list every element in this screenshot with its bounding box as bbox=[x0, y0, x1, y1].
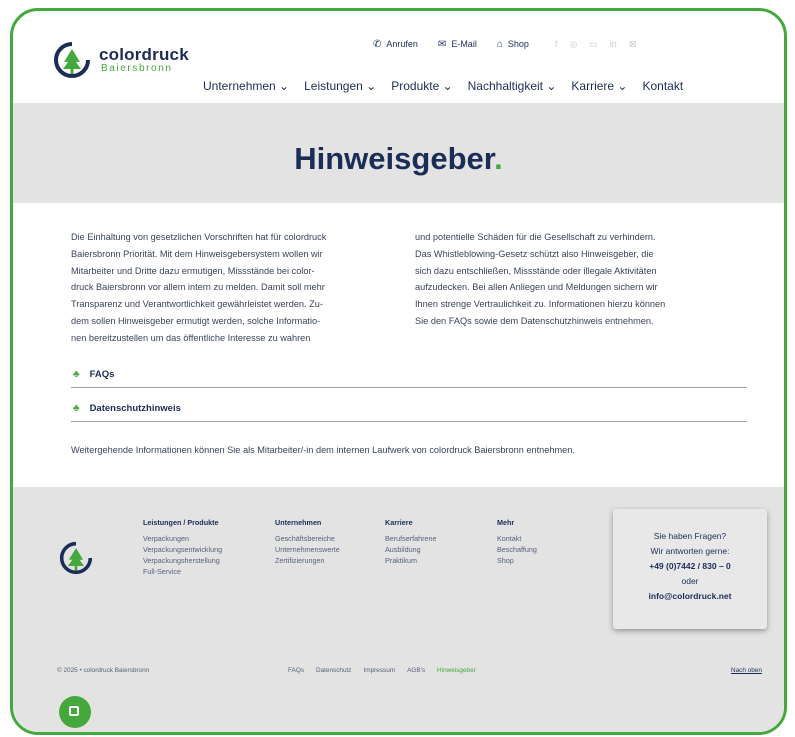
page-title: Hinweisgeber. bbox=[13, 141, 784, 177]
footer-link[interactable]: Berufserfahrene bbox=[385, 533, 437, 544]
footer-link[interactable]: Shop bbox=[497, 555, 537, 566]
accordion-datenschutzhinweis[interactable]: ♣ Datenschutzhinweis bbox=[71, 395, 747, 422]
text-line: Das Whistleblowing-Gesetz schützt also H… bbox=[415, 248, 654, 259]
footer-link[interactable]: Unternehmenswerte bbox=[275, 544, 340, 555]
legal-link-faqs[interactable]: FAQs bbox=[288, 667, 304, 674]
shop-link[interactable]: ⌂ Shop bbox=[497, 39, 529, 50]
nav-nachhaltigkeit[interactable]: Nachhaltigkeit ⌄ bbox=[468, 79, 557, 93]
footer-link[interactable]: Praktikum bbox=[385, 555, 437, 566]
intro-text-column-2: und potentielle Schäden für die Gesellsc… bbox=[415, 229, 745, 330]
accordion-faqs[interactable]: ♣ FAQs bbox=[71, 361, 747, 388]
logo-name: colordruck bbox=[99, 45, 189, 64]
page-title-text: Hinweisgeber bbox=[294, 141, 495, 176]
logo-tree-icon bbox=[54, 42, 90, 78]
xing-icon[interactable]: ⊠ bbox=[629, 39, 637, 50]
text-line: Die Einhaltung von gesetzlichen Vorschri… bbox=[71, 232, 327, 242]
text-line: Baiersbronn Priorität. Mit dem Hinweisge… bbox=[71, 248, 323, 259]
social-links: f ◎ ▭ in ⊠ bbox=[555, 39, 636, 50]
shop-icon: ⌂ bbox=[496, 38, 503, 50]
text-line: aufzudecken. Bei allen Anliegen und Meld… bbox=[415, 282, 658, 293]
text-line: dem sollen Hinweisgeber ermutigt werden,… bbox=[71, 315, 321, 326]
footer-heading: Unternehmen bbox=[275, 518, 322, 527]
call-link[interactable]: ✆ Anrufen bbox=[373, 39, 418, 50]
youtube-icon[interactable]: ▭ bbox=[589, 39, 598, 50]
chat-widget-button[interactable] bbox=[59, 696, 91, 728]
accordion-faqs-label: FAQs bbox=[89, 368, 115, 380]
logo[interactable]: colordruck Baiersbronn bbox=[53, 41, 203, 85]
shop-label: Shop bbox=[507, 39, 529, 49]
footer-link[interactable]: Verpackungen bbox=[143, 533, 222, 544]
browser-frame: colordruck Baiersbronn ✆ Anrufen ✉ E-Mai… bbox=[10, 8, 787, 735]
instagram-icon[interactable]: ◎ bbox=[569, 39, 577, 50]
page-title-dot: . bbox=[494, 141, 503, 176]
footer-col-unternehmen: Unternehmen Geschäftsbereiche Unternehme… bbox=[275, 517, 340, 566]
linkedin-icon[interactable]: in bbox=[610, 39, 617, 50]
footer-heading: Karriere bbox=[385, 518, 413, 527]
text-line: und potentielle Schäden für die Gesellsc… bbox=[415, 232, 656, 242]
footer-link[interactable]: Zertifizierungen bbox=[275, 555, 340, 566]
footer-col-karriere: Karriere Berufserfahrene Ausbildung Prak… bbox=[385, 517, 437, 566]
call-label: Anrufen bbox=[386, 39, 418, 49]
nav-karriere[interactable]: Karriere ⌄ bbox=[571, 79, 627, 93]
footer-link[interactable]: Beschaffung bbox=[497, 544, 537, 555]
legal-link-agb[interactable]: AGB's bbox=[407, 667, 425, 674]
text-line: Mitarbeiter und Dritte dazu ermutigen, M… bbox=[71, 265, 315, 276]
tree-icon: ♣ bbox=[73, 402, 80, 414]
footer-link[interactable]: Verpackungsentwicklung bbox=[143, 544, 222, 555]
email-label: E-Mail bbox=[451, 39, 477, 49]
footer-link[interactable]: Ausbildung bbox=[385, 544, 437, 555]
text-line: Transparenz und Verantwortlichkeit gewäh… bbox=[71, 299, 323, 310]
contact-line1: Sie haben Fragen? bbox=[653, 531, 727, 541]
footer-col-leistungen: Leistungen / Produkte Verpackungen Verpa… bbox=[143, 517, 222, 577]
logo-subtitle: Baiersbronn bbox=[101, 63, 173, 74]
nav-kontakt[interactable]: Kontakt bbox=[642, 79, 683, 93]
contact-phone[interactable]: +49 (0)7442 / 830 – 0 bbox=[613, 559, 767, 574]
footer-link[interactable]: Verpackungsherstellung bbox=[143, 555, 222, 566]
copyright: © 2025 • colordruck Baiersbronn bbox=[57, 667, 150, 674]
accordion-datenschutz-label: Datenschutzhinweis bbox=[89, 402, 181, 414]
main-navigation: Unternehmen ⌄ Leistungen ⌄ Produkte ⌄ Na… bbox=[203, 79, 683, 93]
legal-links: FAQs Datenschutz Impressum AGB's Hinweis… bbox=[288, 667, 476, 674]
text-line: nen bereitzustellen um das öffentliche I… bbox=[71, 332, 311, 343]
contact-line2: Wir antworten gerne: bbox=[650, 546, 730, 556]
footer-link[interactable]: Geschäftsbereiche bbox=[275, 533, 340, 544]
footer-heading: Mehr bbox=[497, 518, 515, 527]
legal-link-hinweisgeber[interactable]: Hinweisgeber bbox=[437, 667, 476, 674]
nav-leistungen[interactable]: Leistungen ⌄ bbox=[304, 79, 376, 93]
footer-link[interactable]: Kontakt bbox=[497, 533, 537, 544]
contact-or: oder bbox=[681, 576, 699, 586]
nav-unternehmen[interactable]: Unternehmen ⌄ bbox=[203, 79, 289, 93]
tree-icon: ♣ bbox=[73, 368, 80, 380]
text-line: Sie den FAQs sowie dem Datenschutzhinwei… bbox=[415, 315, 654, 326]
phone-icon: ✆ bbox=[373, 38, 382, 50]
contact-email[interactable]: info@colordruck.net bbox=[613, 589, 767, 604]
footer-heading: Leistungen / Produkte bbox=[143, 518, 219, 527]
footer-link[interactable]: Full-Service bbox=[143, 566, 222, 577]
footer-col-mehr: Mehr Kontakt Beschaffung Shop bbox=[497, 517, 537, 566]
nav-produkte[interactable]: Produkte ⌄ bbox=[391, 79, 452, 93]
further-info-text: Weitergehende Informationen können Sie a… bbox=[71, 445, 575, 455]
text-line: druck Baiersbronn vor allem intern zu me… bbox=[71, 282, 325, 293]
email-link[interactable]: ✉ E-Mail bbox=[438, 39, 477, 50]
intro-text-column-1: Die Einhaltung von gesetzlichen Vorschri… bbox=[71, 229, 401, 347]
contact-box: Sie haben Fragen? Wir antworten gerne: +… bbox=[613, 509, 767, 629]
text-line: sich dazu entschließen, Missstände oder … bbox=[415, 265, 657, 276]
chat-icon bbox=[69, 706, 79, 716]
back-to-top-link[interactable]: Nach oben bbox=[731, 667, 762, 674]
legal-link-impressum[interactable]: Impressum bbox=[364, 667, 396, 674]
mail-icon: ✉ bbox=[437, 38, 447, 50]
legal-link-datenschutz[interactable]: Datenschutz bbox=[316, 667, 352, 674]
text-line: Ihnen strenge Vertraulichkeit zu. Inform… bbox=[415, 299, 666, 310]
facebook-icon[interactable]: f bbox=[555, 39, 558, 50]
top-utility-bar: ✆ Anrufen ✉ E-Mail ⌂ Shop f ◎ ▭ in ⊠ bbox=[373, 37, 636, 51]
footer-logo-icon[interactable] bbox=[59, 541, 93, 575]
